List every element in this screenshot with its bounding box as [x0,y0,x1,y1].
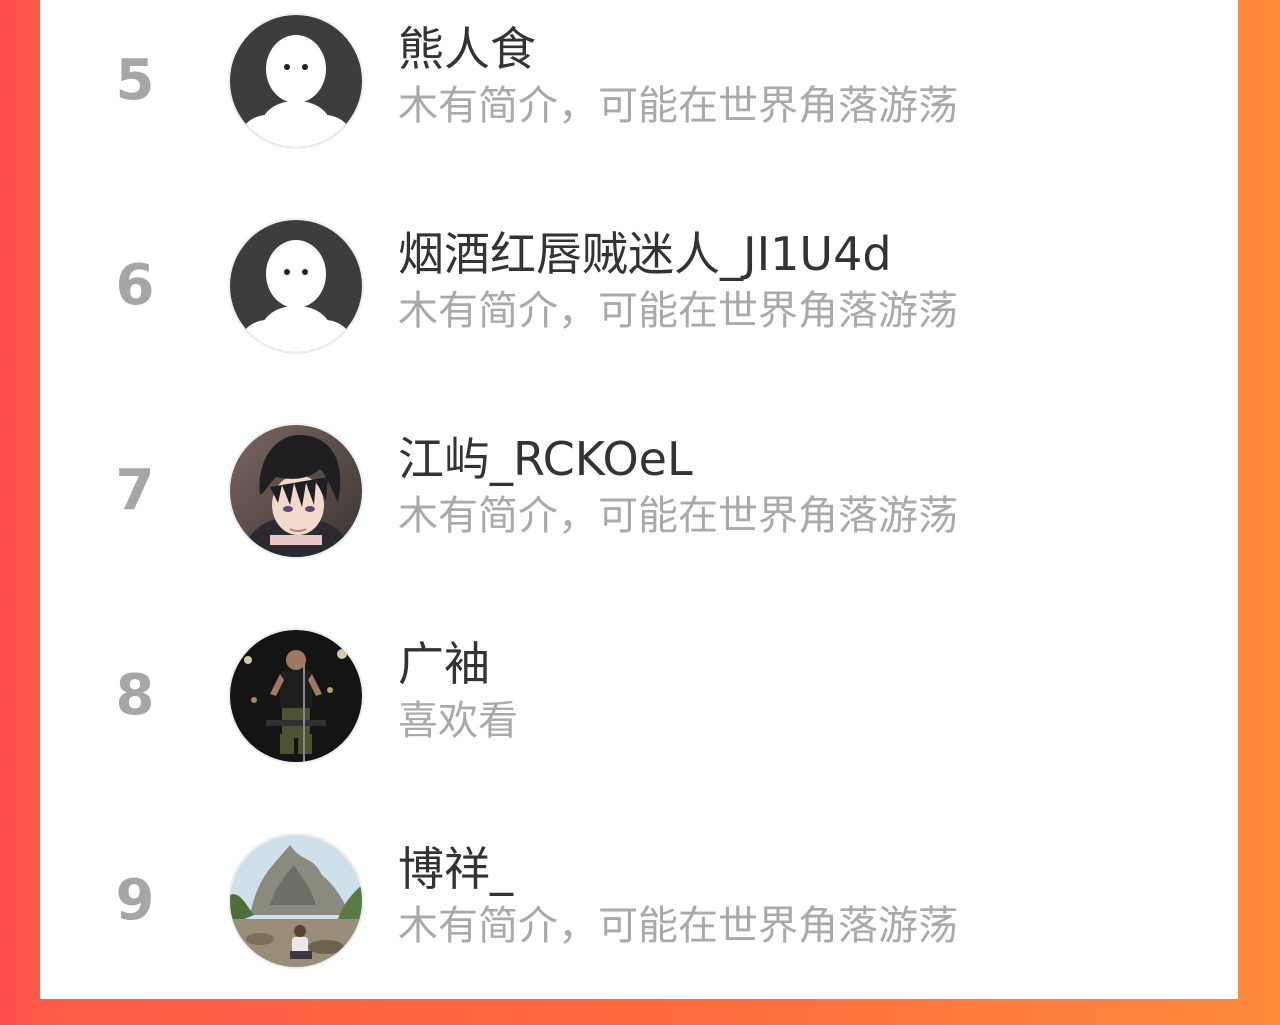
user-name[interactable]: 熊人食 [398,26,536,72]
user-bio: 喜欢看 [398,698,518,744]
user-bio: 木有简介，可能在世界角落游荡 [398,903,958,949]
user-bio: 木有简介，可能在世界角落游荡 [398,493,958,539]
default-ghost-avatar-icon[interactable] [230,220,362,352]
rock-garden-photo-avatar[interactable] [230,835,362,967]
ranking-list-panel: 5 熊人食 木有简介，可能在世界角落游荡 6 烟酒红唇贼迷人_JI1U4d 木有… [40,0,1238,999]
rank-number: 6 [115,253,155,318]
user-name[interactable]: 江屿_RCKOeL [398,436,693,482]
user-bio: 木有简介，可能在世界角落游荡 [398,83,958,129]
rank-number: 8 [115,663,155,728]
rank-number: 9 [115,868,155,933]
user-name[interactable]: 广袖 [398,641,490,687]
rank-number: 7 [115,458,155,523]
list-item[interactable]: 5 熊人食 木有简介，可能在世界角落游荡 [40,0,1238,205]
user-name[interactable]: 烟酒红唇贼迷人_JI1U4d [398,231,892,277]
list-item[interactable]: 9 博祥_ 木有简介，可能在世界角落游荡 [40,820,1238,1025]
anime-boy-avatar[interactable] [230,425,362,557]
rank-number: 5 [115,48,155,113]
user-bio: 木有简介，可能在世界角落游荡 [398,288,958,334]
default-ghost-avatar-icon[interactable] [230,15,362,147]
list-item[interactable]: 7 江屿_RCKOeL 木有简介，可能在世界角落游荡 [40,410,1238,615]
list-item[interactable]: 6 烟酒红唇贼迷人_JI1U4d 木有简介，可能在世界角落游荡 [40,205,1238,410]
singer-on-stage-avatar[interactable] [230,630,362,762]
list-item[interactable]: 8 广袖 喜欢看 [40,615,1238,820]
user-name[interactable]: 博祥_ [398,846,513,892]
